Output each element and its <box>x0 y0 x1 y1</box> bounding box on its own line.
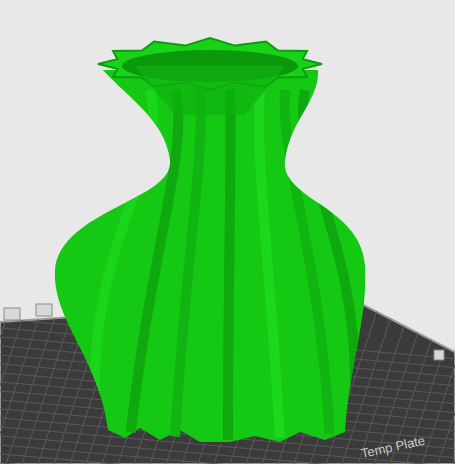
plate-settings-icon[interactable] <box>434 350 444 360</box>
plate-lock-icon[interactable] <box>36 304 52 316</box>
viewport[interactable]: Temp Plate <box>0 0 455 464</box>
plate-tool-icon[interactable] <box>4 308 20 320</box>
plate-label: Temp Plate <box>360 433 427 461</box>
vase-model[interactable] <box>55 38 365 442</box>
